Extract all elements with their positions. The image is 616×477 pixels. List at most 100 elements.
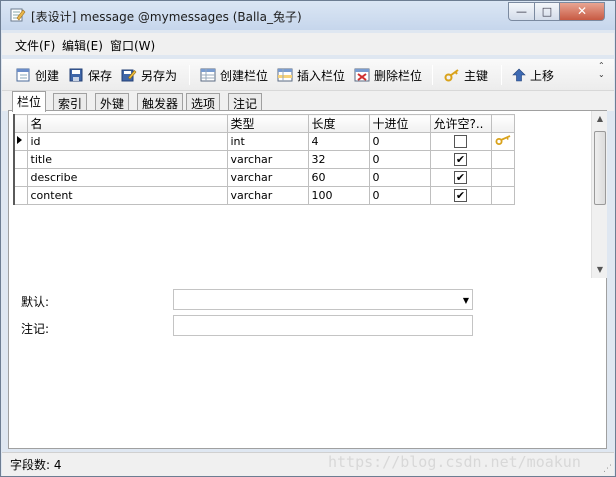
menu-file[interactable]: 文件(F) (15, 37, 55, 54)
field-type-cell[interactable]: int (226, 132, 309, 151)
fields-grid-area: 名 类型 长度 十进位 允许空?.. id int 4 0 title varc… (9, 111, 591, 278)
move-up-button[interactable]: 上移 (512, 65, 554, 85)
delete-field-icon (354, 68, 370, 82)
save-as-button[interactable]: 另存为 (121, 65, 177, 85)
row-indicator-header (13, 114, 28, 133)
row-indicator (13, 186, 28, 205)
table-design-icon (10, 8, 26, 22)
column-header-length[interactable]: 长度 (307, 114, 370, 133)
allow-null-checkbox[interactable]: ✔ (454, 189, 467, 202)
allow-null-cell[interactable]: ✔ (429, 186, 492, 205)
allow-null-cell[interactable]: ✔ (429, 150, 492, 169)
key-icon (444, 69, 459, 82)
field-length-cell[interactable]: 100 (307, 186, 370, 205)
field-name-cell[interactable]: title (26, 150, 228, 169)
row-indicator (13, 168, 28, 187)
field-length-cell[interactable]: 4 (307, 132, 370, 151)
key-cell (490, 168, 515, 187)
allow-null-cell[interactable] (429, 132, 492, 151)
field-name-cell[interactable]: describe (26, 168, 228, 187)
table-row[interactable]: content varchar 100 0 ✔ (13, 186, 515, 205)
column-header-key (490, 114, 515, 133)
save-as-label: 另存为 (141, 68, 178, 83)
column-header-type[interactable]: 类型 (226, 114, 309, 133)
close-button[interactable]: ✕ (559, 2, 605, 21)
move-up-label: 上移 (530, 68, 555, 83)
field-count: 字段数: 4 (10, 458, 62, 472)
maximize-button[interactable]: □ (534, 2, 560, 21)
field-decimals-cell[interactable]: 0 (368, 168, 431, 187)
table-designer-window: [表设计] message @mymessages (Balla_兔子) — □… (0, 0, 616, 477)
grid-header-row: 名 类型 长度 十进位 允许空?.. (13, 114, 515, 133)
tab-foreign-keys[interactable]: 外键 (95, 93, 130, 111)
table-row[interactable]: describe varchar 60 0 ✔ (13, 168, 515, 187)
column-header-allow-null[interactable]: 允许空?.. (429, 114, 492, 133)
key-cell (490, 186, 515, 205)
comment-label: 注记: (21, 322, 50, 336)
save-as-icon (121, 69, 137, 82)
chevron-down-icon[interactable]: ▼ (463, 296, 469, 305)
field-length-cell[interactable]: 32 (307, 150, 370, 169)
table-row[interactable]: title varchar 32 0 ✔ (13, 150, 515, 169)
allow-null-cell[interactable]: ✔ (429, 168, 492, 187)
field-type-cell[interactable]: varchar (226, 186, 309, 205)
field-name-cell[interactable]: content (26, 186, 228, 205)
save-label: 保存 (88, 68, 113, 83)
field-decimals-cell[interactable]: 0 (368, 132, 431, 151)
tab-indexes[interactable]: 索引 (53, 93, 88, 111)
comment-field[interactable] (173, 315, 473, 336)
scroll-down-arrow[interactable]: ▼ (592, 262, 608, 278)
menu-edit[interactable]: 编辑(E) (62, 37, 103, 54)
allow-null-checkbox[interactable]: ✔ (454, 171, 467, 184)
save-icon (69, 68, 83, 82)
primary-key-label: 主键 (464, 68, 489, 83)
field-type-cell[interactable]: varchar (226, 168, 309, 187)
scroll-thumb[interactable] (594, 131, 606, 205)
field-length-cell[interactable]: 60 (307, 168, 370, 187)
add-field-label: 创建栏位 (220, 68, 269, 83)
allow-null-checkbox[interactable] (454, 135, 467, 148)
insert-field-label: 插入栏位 (297, 68, 346, 83)
tab-strip: 栏位 索引 外键 触发器 选项 注记 (2, 91, 614, 112)
grid-vertical-scrollbar[interactable]: ▲ ▼ (591, 111, 607, 278)
toolbar-separator (432, 65, 433, 85)
title-bar[interactable]: [表设计] message @mymessages (Balla_兔子) — □… (1, 1, 615, 30)
menu-window[interactable]: 窗口(W) (110, 37, 155, 54)
new-icon (16, 68, 30, 82)
tab-triggers[interactable]: 触发器 (137, 93, 184, 111)
new-label: 创建 (35, 68, 60, 83)
current-row-indicator (13, 132, 28, 151)
insert-field-button[interactable]: 插入栏位 (277, 65, 345, 85)
fields-grid: 名 类型 长度 十进位 允许空?.. id int 4 0 title varc… (13, 114, 515, 205)
default-label: 默认: (21, 295, 50, 309)
toolbar-overflow-button[interactable]: ⌃ ⌄ (598, 61, 605, 79)
field-name-cell[interactable]: id (26, 132, 228, 151)
field-decimals-cell[interactable]: 0 (368, 150, 431, 169)
delete-field-label: 删除栏位 (374, 68, 423, 83)
minimize-button[interactable]: — (508, 2, 535, 21)
add-field-button[interactable]: 创建栏位 (200, 65, 268, 85)
key-cell (490, 150, 515, 169)
table-row[interactable]: id int 4 0 (13, 132, 515, 151)
allow-null-checkbox[interactable]: ✔ (454, 153, 467, 166)
tab-options[interactable]: 选项 (186, 93, 221, 111)
column-header-decimals[interactable]: 十进位 (368, 114, 431, 133)
scroll-up-arrow[interactable]: ▲ (592, 111, 608, 127)
column-header-name[interactable]: 名 (26, 114, 228, 133)
save-button[interactable]: 保存 (68, 65, 112, 85)
tab-comment[interactable]: 注记 (228, 93, 263, 111)
resize-grip[interactable]: ⋰ (603, 464, 612, 474)
field-type-cell[interactable]: varchar (226, 150, 309, 169)
toolbar-separator (189, 65, 190, 85)
delete-field-button[interactable]: 删除栏位 (354, 65, 422, 85)
primary-key-button[interactable]: 主键 (444, 65, 488, 85)
new-button[interactable]: 创建 (15, 65, 59, 85)
field-decimals-cell[interactable]: 0 (368, 186, 431, 205)
default-combobox[interactable]: ▼ (173, 289, 473, 310)
add-field-icon (200, 68, 216, 82)
menu-bar: 文件(F) 编辑(E) 窗口(W) (2, 33, 614, 55)
window-title: [表设计] message @mymessages (Balla_兔子) (31, 10, 302, 24)
toolbar: 创建 保存 另存为 创建栏位 插入栏位 删除栏位 主键 上移 ⌃ ⌄ (2, 59, 614, 91)
tab-fields[interactable]: 栏位 (12, 91, 47, 112)
up-arrow-icon (512, 68, 526, 82)
